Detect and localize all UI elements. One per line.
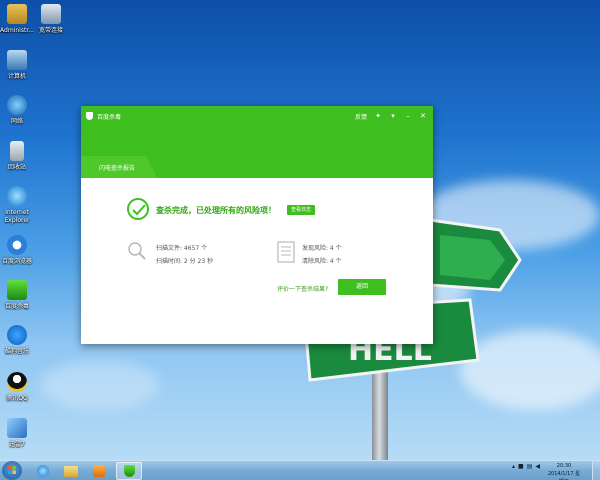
baidu-antivirus-icon: [123, 465, 135, 477]
taskbar-ie[interactable]: [30, 462, 56, 480]
start-button[interactable]: [2, 461, 22, 480]
volume-icon[interactable]: ◀: [535, 463, 540, 470]
found-risk-count: 发现风险: 4 个: [302, 245, 342, 252]
desktop-icon-label: 网络: [10, 118, 23, 125]
desktop-icon-thunder[interactable]: 迅雷7: [0, 418, 34, 449]
media-player-icon: [93, 465, 105, 477]
ie-icon: [7, 186, 27, 206]
window-title: 百度杀毒: [97, 113, 122, 121]
search-icon: [128, 242, 146, 260]
antivirus-window: 百度杀毒 反馈 ✦ ▾ – ✕ 闪电查杀报告 查杀完成，已处理所有的风险项！ 查…: [81, 106, 433, 344]
desktop-icon-baidu-antivirus[interactable]: 百度杀毒: [0, 280, 34, 311]
system-tray: ▴ ■ ▤ ◀: [512, 463, 540, 470]
desktop-icon-label: Explorer: [4, 217, 30, 224]
show-desktop-button[interactable]: [592, 461, 600, 480]
taskbar-media-player[interactable]: [86, 462, 112, 480]
broadband-icon: [41, 4, 61, 24]
desktop-icon-administrator[interactable]: Administr...: [0, 4, 34, 35]
clock-time: 20:30: [556, 463, 572, 469]
scan-files-count: 扫描文件: 4657 个: [156, 245, 208, 252]
desktop-icon-label: 计算机: [7, 73, 26, 80]
window-titlebar[interactable]: 百度杀毒 反馈 ✦ ▾ – ✕: [81, 106, 433, 126]
user-folder-icon: [7, 4, 27, 24]
recycle-bin-icon: [10, 141, 24, 161]
cloud: [40, 360, 160, 410]
desktop-icon-broadband[interactable]: 宽带连接: [34, 4, 68, 35]
clock-date: 2014/1/17 星期五: [547, 471, 581, 480]
thunder-icon: [7, 418, 27, 438]
menu-icon[interactable]: ▾: [389, 112, 397, 120]
desktop-icon-recycle-bin[interactable]: 回收站: [0, 141, 34, 172]
desktop-icon-label: Administr...: [0, 27, 34, 34]
tray-icon[interactable]: ▴: [512, 463, 515, 470]
desktop-icon-label: 腾讯QQ: [6, 395, 28, 402]
desktop-icon-computer[interactable]: 计算机: [0, 50, 34, 81]
rate-result-link[interactable]: 评价一下查杀结果?: [277, 284, 328, 293]
shield-icon: [86, 112, 93, 120]
windows-logo-icon: [8, 466, 16, 474]
ie-icon: [37, 465, 49, 477]
desktop-icon-label: 酷狗音乐: [4, 348, 29, 355]
desktop-icon-label: 回收站: [7, 164, 26, 171]
desktop-icon-label: 宽带连接: [38, 27, 63, 34]
back-button[interactable]: 返回: [338, 279, 386, 295]
tab-label: 闪电查杀报告: [99, 164, 136, 172]
qq-icon: [7, 372, 27, 392]
shirt-skin-icon[interactable]: ✦: [374, 112, 382, 120]
explorer-icon: [64, 465, 78, 477]
close-icon[interactable]: ✕: [419, 112, 427, 120]
desktop-icon-label: 迅雷7: [9, 441, 25, 448]
desktop-icon-label: 百度浏览器: [1, 258, 32, 265]
feedback-link[interactable]: 反馈: [355, 112, 367, 121]
network-tray-icon[interactable]: ▤: [527, 463, 533, 470]
baidu-browser-icon: [7, 235, 27, 255]
tray-icon[interactable]: ■: [518, 463, 524, 470]
report-content: 查杀完成，已处理所有的风险项！ 查看日志 扫描文件: 4657 个 扫描时间: …: [81, 178, 433, 344]
baidu-antivirus-icon: [7, 280, 27, 300]
desktop-icon-baidu-browser[interactable]: 百度浏览器: [0, 235, 34, 266]
tab-scan-report[interactable]: 闪电查杀报告: [81, 156, 157, 178]
desktop-icon-kugou[interactable]: 酷狗音乐: [0, 325, 34, 356]
desktop-icon-label: Internet: [5, 209, 29, 216]
scan-complete-headline: 查杀完成，已处理所有的风险项！: [156, 206, 276, 215]
desktop-icon-qq[interactable]: 腾讯QQ: [0, 372, 34, 403]
network-icon: [7, 95, 27, 115]
desktop-icon-internet-explorer[interactable]: Internet Explorer: [0, 186, 34, 225]
kugou-icon: [7, 325, 27, 345]
taskbar-baidu-antivirus[interactable]: [116, 462, 142, 480]
check-icon: [127, 198, 149, 220]
cleared-risk-count: 清除风险: 4 个: [302, 258, 342, 265]
desktop-icon-network[interactable]: 网络: [0, 95, 34, 126]
computer-icon: [7, 50, 27, 70]
desktop-icon-label: 百度杀毒: [4, 303, 29, 310]
taskbar: ▴ ■ ▤ ◀ 20:30 2014/1/17 星期五: [0, 460, 600, 480]
minimize-icon[interactable]: –: [404, 112, 412, 120]
view-log-button[interactable]: 查看日志: [287, 205, 316, 215]
scan-time: 扫描时间: 2 分 23 秒: [156, 258, 214, 265]
taskbar-explorer[interactable]: [58, 462, 84, 480]
tab-bar: 闪电查杀报告: [81, 126, 433, 178]
document-icon: [277, 241, 295, 263]
clock[interactable]: 20:30 2014/1/17 星期五: [546, 462, 582, 480]
